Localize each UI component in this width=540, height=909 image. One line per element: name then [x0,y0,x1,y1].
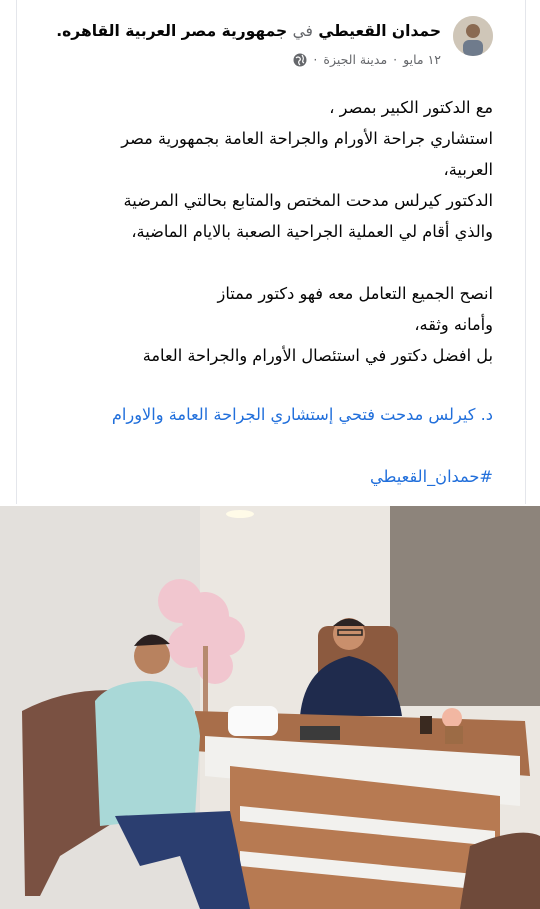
avatar[interactable] [453,16,493,56]
author-name[interactable]: حمدان القعيطي [318,22,441,40]
author-line: حمدان القعيطي في جمهورية مصر العربية الق… [56,22,441,40]
globe-icon [293,53,307,67]
post-meta: ١٢ مايو · مدينة الجيزة · [293,52,441,67]
post-place[interactable]: مدينة الجيزة [323,52,387,67]
text-line: الدكتور كيرلس مدحت المختص والمتابع بحالت… [123,191,493,210]
text-line: والذي أقام لي العملية الجراحية الصعبة با… [131,222,493,241]
text-line: مع الدكتور الكبير بمصر ، [329,98,493,117]
mention-link[interactable]: د. كيرلس مدحت فتحي إستشاري الجراحة العام… [37,405,493,424]
text-line: العربية، [443,160,493,179]
text-line: بل افضل دكتور في استئصال الأورام والجراح… [142,346,493,365]
meta-separator: · [313,52,318,67]
text-line: انصح الجميع التعامل معه فهو دكتور ممتاز [217,284,493,303]
location-link[interactable]: جمهورية مصر العربية القاهره. [56,22,287,40]
meta-separator: · [393,52,398,67]
text-line: وأمانه وثقه، [414,315,493,334]
in-word: في [292,22,313,40]
post-card: حمدان القعيطي في جمهورية مصر العربية الق… [16,0,526,504]
facebook-post: حمدان القعيطي في جمهورية مصر العربية الق… [0,0,540,909]
post-header: حمدان القعيطي في جمهورية مصر العربية الق… [56,14,493,67]
text-line: استشاري جراحة الأورام والجراحة العامة بج… [121,129,493,148]
post-photo[interactable] [0,506,540,909]
hashtag-link[interactable]: #حمدان_القعيطي [370,467,493,486]
post-date[interactable]: ١٢ مايو [403,52,441,67]
post-text: مع الدكتور الكبير بمصر ، استشاري جراحة ا… [57,92,493,371]
